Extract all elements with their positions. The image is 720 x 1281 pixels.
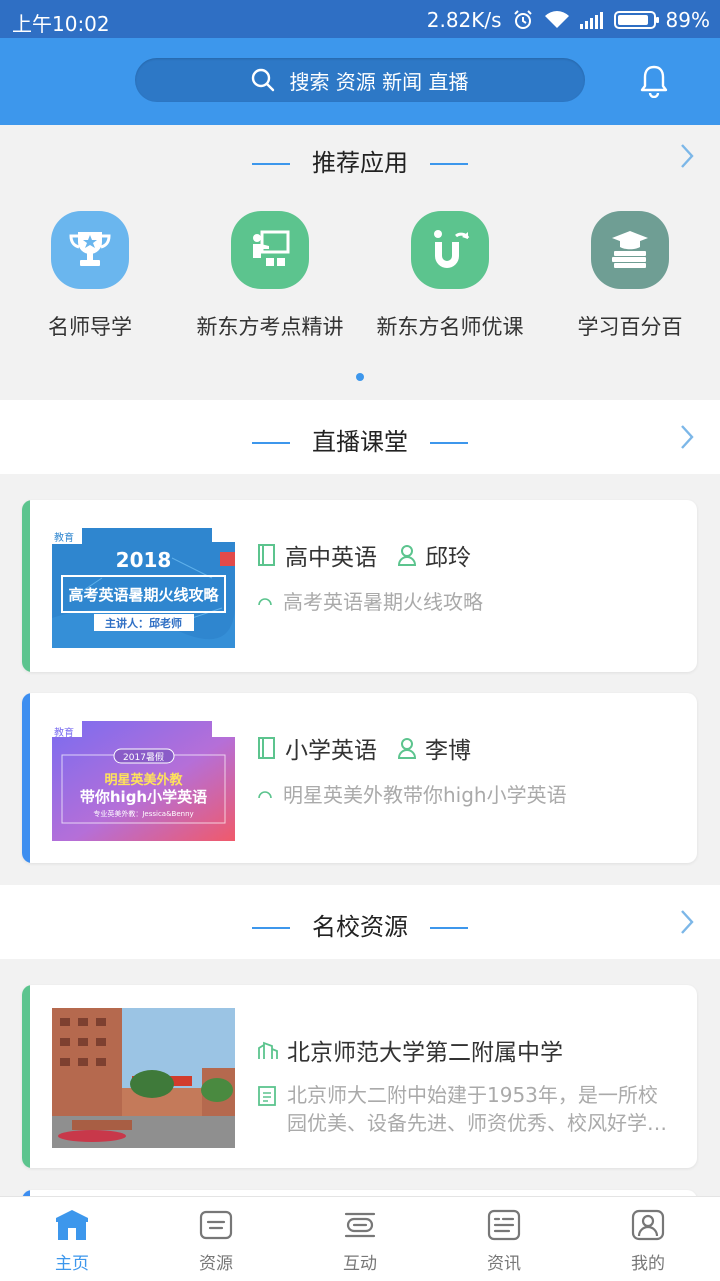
resource-icon [144,1205,288,1245]
schools-title: 名校资源 [0,907,720,942]
course-subject: 小学英语 [285,738,377,764]
app-kaodian-jingjiang[interactable]: 新东方考点精讲 [180,211,360,341]
course-thumbnail: 教育 2017暑假 明星英美外教 带你high小学英语 专业英美外教：Jessi… [52,721,235,841]
wifi-icon [544,10,570,30]
search-bar[interactable]: 搜索 资源 新闻 直播 [135,58,585,102]
school-card[interactable]: 北京师范大学第二附属中学 北京师大二附中始建于1953年，是一所校园优美、设备先… [22,985,697,1168]
alarm-icon [512,9,534,31]
card-stripe [22,500,30,672]
app-xuexi-baifenbai[interactable]: 学习百分百 [540,211,720,341]
card-stripe [22,985,30,1168]
thumb-badge: 2017暑假 [123,753,164,763]
status-time: 上午10:02 [12,12,110,36]
home-icon [0,1205,144,1245]
document-icon [257,1085,277,1107]
teacher-board-icon [231,211,309,289]
app-mingshi-youke[interactable]: 新东方名师优课 [360,211,540,341]
bottom-tab-bar: 主页 资源 互动 资讯 我的 [0,1196,720,1281]
live-title: 直播课堂 [0,422,720,457]
arc-icon [257,595,273,607]
teacher-icon [397,736,417,760]
tab-home[interactable]: 主页 [0,1197,144,1281]
thumb-line2: 带你high小学英语 [79,788,208,806]
thumb-year: 2018 [115,548,172,572]
top-header: 搜索 资源 新闻 直播 [0,38,720,125]
page-indicator-dot [356,373,364,381]
trophy-icon [51,211,129,289]
schools-section-header: 名校资源 [0,885,720,959]
schools-more-chevron-icon[interactable] [680,909,694,939]
card-stripe [22,693,30,863]
course-teacher: 李博 [425,738,471,764]
signal-icon [579,11,604,29]
live-more-chevron-icon[interactable] [680,424,694,454]
recommended-more-chevron-icon[interactable] [680,143,694,173]
recommended-title: 推荐应用 [0,143,720,178]
recommended-section: 推荐应用 名师导学 新东方考点精讲 新东方名师优课 学习百分百 [0,125,720,393]
book-icon [257,736,277,760]
school-photo [52,1008,235,1148]
school-desc: 北京师大二附中始建于1953年，是一所校园优美、设备先进、师资优秀、校风好学… [287,1083,667,1135]
network-speed: 2.82K/s [426,8,502,32]
teacher-icon [397,543,417,567]
thumb-speaker: 主讲人：邱老师 [105,617,182,630]
thumb-headline: 高考英语暑期火线攻略 [68,586,219,604]
course-subject: 高中英语 [285,545,377,571]
thumb-small: 专业英美外教：Jessica&Benny [93,810,194,818]
app-mingshi-daoxue[interactable]: 名师导学 [0,211,180,341]
course-desc: 高考英语暑期火线攻略 [283,590,483,614]
live-course-card[interactable]: 教育 2018 高考英语暑期火线攻略 主讲人：邱老师 高中英语 邱玲 高考英语暑… [22,500,697,672]
course-desc: 明星英美外教带你high小学英语 [283,783,567,807]
graduation-books-icon [591,211,669,289]
course-thumbnail: 教育 2018 高考英语暑期火线攻略 主讲人：邱老师 [52,528,235,648]
u-magnet-icon [411,211,489,289]
live-course-card[interactable]: 教育 2017暑假 明星英美外教 带你high小学英语 专业英美外教：Jessi… [22,693,697,863]
course-teacher: 邱玲 [425,545,471,571]
status-bar: 上午10:02 2.82K/s 89% [0,0,720,38]
tab-resource[interactable]: 资源 [144,1197,288,1281]
interact-icon [288,1205,432,1245]
search-placeholder: 搜索 资源 新闻 直播 [289,69,469,94]
battery-percent: 89% [665,8,710,32]
book-icon [257,543,277,567]
tab-interact[interactable]: 互动 [288,1197,432,1281]
search-icon [251,68,275,92]
arc-icon [257,788,273,800]
bell-icon[interactable] [640,64,668,102]
battery-icon [613,11,659,29]
school-name: 北京师范大学第二附属中学 [287,1040,563,1066]
news-icon [432,1205,576,1245]
school-building-icon [257,1039,279,1061]
live-section-header: 直播课堂 [0,400,720,474]
tab-news[interactable]: 资讯 [432,1197,576,1281]
tab-profile[interactable]: 我的 [576,1197,720,1281]
profile-icon [576,1205,720,1245]
